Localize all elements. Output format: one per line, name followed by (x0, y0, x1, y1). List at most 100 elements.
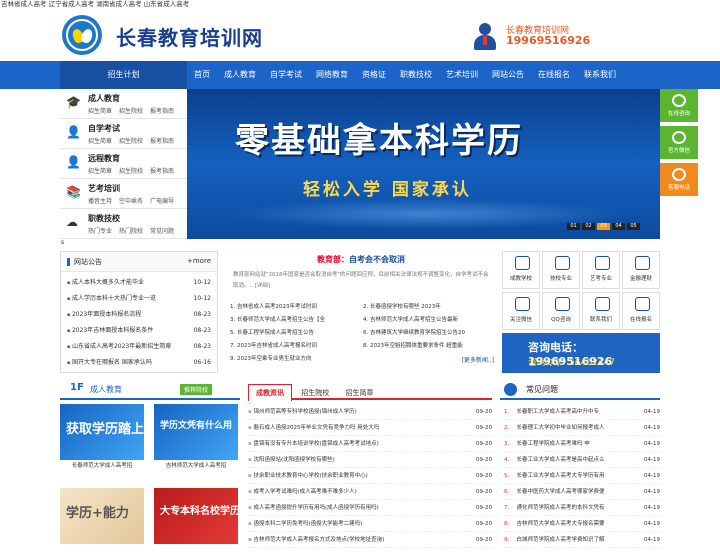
nav-item-contact[interactable]: 联系我们 (577, 61, 623, 89)
news-item[interactable]: 5. 长春工程学院成人高考招生公告 (230, 327, 363, 339)
quick-art-major[interactable]: 艺考专业 (582, 251, 620, 289)
list-item[interactable]: 磐石成人函授2025年毕业文凭有竞争力吗 用处大吗 09-20 (248, 420, 492, 436)
list-item[interactable]: 4. 长春工业大学成人高考是高中起点么 04-19 (504, 452, 660, 468)
side-sub-link[interactable]: 招生简章 (88, 106, 112, 115)
side-sub-link[interactable]: 招生院校 (119, 106, 143, 115)
school-card[interactable]: 大专本科名校学历 (154, 488, 240, 558)
hero-banner[interactable]: 零基础拿本科学历 轻松入学 国家承认 01 02 03 04 05 (187, 89, 660, 239)
tab-schools[interactable]: 招生院校 (294, 385, 336, 401)
quick-contact[interactable]: 联系我们 (582, 292, 620, 330)
list-item[interactable]: 成人高考函授提升学历有用吗(成人函授学历有用吗) 09-20 (248, 500, 492, 516)
top-link-strip[interactable]: 吉林省成人高考 辽宁省成人高考 湖南省成人高考 山东省成人高考 (0, 0, 720, 9)
notice-item-title[interactable]: 成人本科大概多久才能毕业 (67, 275, 144, 291)
nav-item-vocational[interactable]: 职教技校 (393, 61, 439, 89)
side-group-title[interactable]: 职教技校 (88, 213, 120, 224)
list-item-title[interactable]: 函授本科二学历免考吗(函授大学能考二建吗) (248, 516, 362, 531)
banner-page-button[interactable]: 01 (567, 223, 580, 230)
nav-item-art-training[interactable]: 艺术培训 (439, 61, 485, 89)
faq-item-title[interactable]: 长春职工大学成人高考高中升中专 (517, 404, 642, 419)
side-sub-link[interactable]: 广电编导 (150, 196, 174, 205)
float-wechat-button[interactable]: 官方微信 (660, 126, 698, 159)
list-item[interactable]: 1. 长春职工大学成人高考高中升中专 04-19 (504, 404, 660, 420)
side-sub-link[interactable]: 热门院校 (119, 226, 143, 235)
list-item[interactable]: 8. 吉林师范大学成人高考大专报名需要 04-19 (504, 516, 660, 532)
list-item[interactable]: 9. 白城师范学院成人高考学费知识了解 04-19 (504, 532, 660, 548)
notice-item-title[interactable]: 2023年吉林面授本科报名条件 (67, 323, 153, 339)
notice-item-title[interactable]: 成人学历本科十大热门专业一览 (67, 291, 156, 307)
side-group-title[interactable]: 艺考培训 (88, 183, 120, 194)
notice-item[interactable]: 2023年面授本科报名流程 08-23 (67, 307, 211, 323)
news-item[interactable]: 7. 2023年吉林省成人高考报名时间 (230, 340, 363, 352)
nav-item-adult-edu[interactable]: 成人教育 (217, 61, 263, 89)
quick-signup[interactable]: 在线报名 (622, 292, 660, 330)
faq-item-title[interactable]: 长春工业大学成人高考大专学历有用 (517, 468, 642, 483)
notice-more-link[interactable]: +more (187, 257, 211, 265)
nav-item-online-edu[interactable]: 网络教育 (309, 61, 355, 89)
side-sub-link[interactable]: 招生简章 (88, 166, 112, 175)
list-item[interactable]: 盘锦有没有专升本培训学校(盘锦成人高考考试地点) 09-20 (248, 436, 492, 452)
list-item[interactable]: 吉林师范大学成人高考报名方式及地点(学校地址查询)09-20 (248, 532, 492, 548)
list-item[interactable]: 成考入学考试难吗(成人高考难不难多少人) 09-20 (248, 484, 492, 500)
nav-item-self-exam[interactable]: 自学考试 (263, 61, 309, 89)
banner-page-button[interactable]: 02 (582, 223, 595, 230)
faq-item-title[interactable]: 长春中医药大学成人高考哪家学费便 (517, 484, 642, 499)
side-sub-link[interactable]: 报考指南 (150, 106, 174, 115)
nav-item-certificate[interactable]: 资格证 (355, 61, 393, 89)
list-item[interactable]: 7. 通化师范学院成人高考的本科文凭有 04-19 (504, 500, 660, 516)
recommend-school-tag[interactable]: 推荐院校 (180, 384, 213, 395)
tab-adult-news[interactable]: 成教资讯 (248, 384, 292, 401)
side-sub-link[interactable]: 空中乘务 (119, 196, 143, 205)
hotline-qq[interactable]: 咨询QQ：56462447 (528, 355, 615, 368)
notice-item[interactable]: 山东省成人高考2023年最新招生简章 08-23 (67, 339, 211, 355)
nav-enroll-plan[interactable]: 招生计划 (60, 61, 187, 89)
news-headline-text[interactable]: 自考会不会取消 (349, 255, 405, 264)
banner-page-button[interactable]: 05 (627, 223, 640, 230)
school-card-image[interactable] (154, 404, 238, 460)
list-item[interactable]: 函授本科二学历免考吗(函授大学能考二建吗) 09-20 (248, 516, 492, 532)
side-sub-link[interactable]: 招生院校 (119, 136, 143, 145)
nav-item-home[interactable]: 首页 (187, 61, 217, 89)
nav-item-announcement[interactable]: 网站公告 (485, 61, 531, 89)
list-item[interactable]: 6. 长春中医药大学成人高考哪家学费便 04-19 (504, 484, 660, 500)
float-online-consult-button[interactable]: 在线咨询 (660, 89, 698, 122)
notice-item[interactable]: 成人学历本科十大热门专业一览 10-12 (67, 291, 211, 307)
side-group-title[interactable]: 自学考试 (88, 123, 120, 134)
faq-item-title[interactable]: 长春工业大学成人高考是高中起点么 (517, 452, 642, 467)
notice-item-title[interactable]: 国开大专在哪报名 国家承认吗 (67, 355, 152, 371)
news-item[interactable]: 6. 吉林建筑大学继续教育学院招生公告20 (363, 327, 496, 339)
school-card[interactable]: 获取学历踏上 长春师范大学成人高考招 (60, 404, 144, 474)
faq-item-title[interactable]: 吉林师范大学成人高考大专报名需要 (517, 516, 642, 531)
list-item[interactable]: 3. 长春工程学院成人高考难吗 申 04-19 (504, 436, 660, 452)
notice-item[interactable]: 成人本科大概多久才能毕业 10-12 (67, 275, 211, 291)
news-more-link[interactable]: [更多新闻..] (462, 355, 495, 364)
list-item-title[interactable]: 磐石成人函授2025年毕业文凭有竞争力吗 用处大吗 (248, 420, 379, 435)
quick-qq[interactable]: QQ咨询 (542, 292, 580, 330)
school-card-caption[interactable]: 长春师范大学成人高考招 (60, 460, 144, 472)
site-logo-icon[interactable] (62, 15, 102, 55)
list-item[interactable]: 锦州师范高等专科学校函授(锦州成人学历) 09-20 (248, 404, 492, 420)
list-item-title[interactable]: 盘锦有没有专升本培训学校(盘锦成人高考考试地点) (248, 436, 378, 451)
side-sub-link[interactable]: 报考指南 (150, 166, 174, 175)
school-card[interactable]: 学历文凭有什么用 吉林师范大学成人高考招 (154, 404, 238, 474)
nav-item-online-signup[interactable]: 在线报名 (531, 61, 577, 89)
side-sub-link[interactable]: 播音主持 (88, 196, 112, 205)
side-sub-link[interactable]: 常见问题 (150, 226, 174, 235)
banner-page-button[interactable]: 04 (612, 223, 625, 230)
faq-item-title[interactable]: 通化师范学院成人高考的本科文凭有 (517, 500, 642, 515)
faq-item-title[interactable]: 长春工程学院成人高考难吗 申 (517, 436, 642, 451)
news-item[interactable]: 9. 2023年空乘专业男生就业方向 (230, 353, 363, 365)
school-card-caption[interactable]: 吉林师范大学成人高考招 (154, 460, 238, 472)
side-sub-link[interactable]: 报考指南 (150, 136, 174, 145)
faq-item-title[interactable]: 长春理工大学初中毕业如何报考成人 (517, 420, 642, 435)
notice-item-title[interactable]: 2023年面授本科报名流程 (67, 307, 141, 323)
list-item-title[interactable]: 扶余职业技术教育中心学校(扶余职业教育中心) (248, 468, 367, 483)
tab-brochures[interactable]: 招生简章 (338, 385, 380, 401)
site-name[interactable]: 长春教育培训网 (116, 22, 263, 51)
school-card[interactable]: 学历+能力 (60, 488, 144, 558)
side-group-title[interactable]: 远程教育 (88, 153, 120, 164)
news-item[interactable]: 4. 吉林师范大学成人高考招生公告最新 (363, 314, 496, 326)
news-item[interactable]: 3. 长春师范大学成人高考招生公告【全 (230, 314, 363, 326)
list-item-title[interactable]: 锦州师范高等专科学校函授(锦州成人学历) (248, 404, 356, 419)
list-item-title[interactable]: 成人高考函授提升学历有用吗(成人函授学历有用吗) (248, 500, 378, 515)
quick-wechat[interactable]: 关注微信 (502, 292, 540, 330)
